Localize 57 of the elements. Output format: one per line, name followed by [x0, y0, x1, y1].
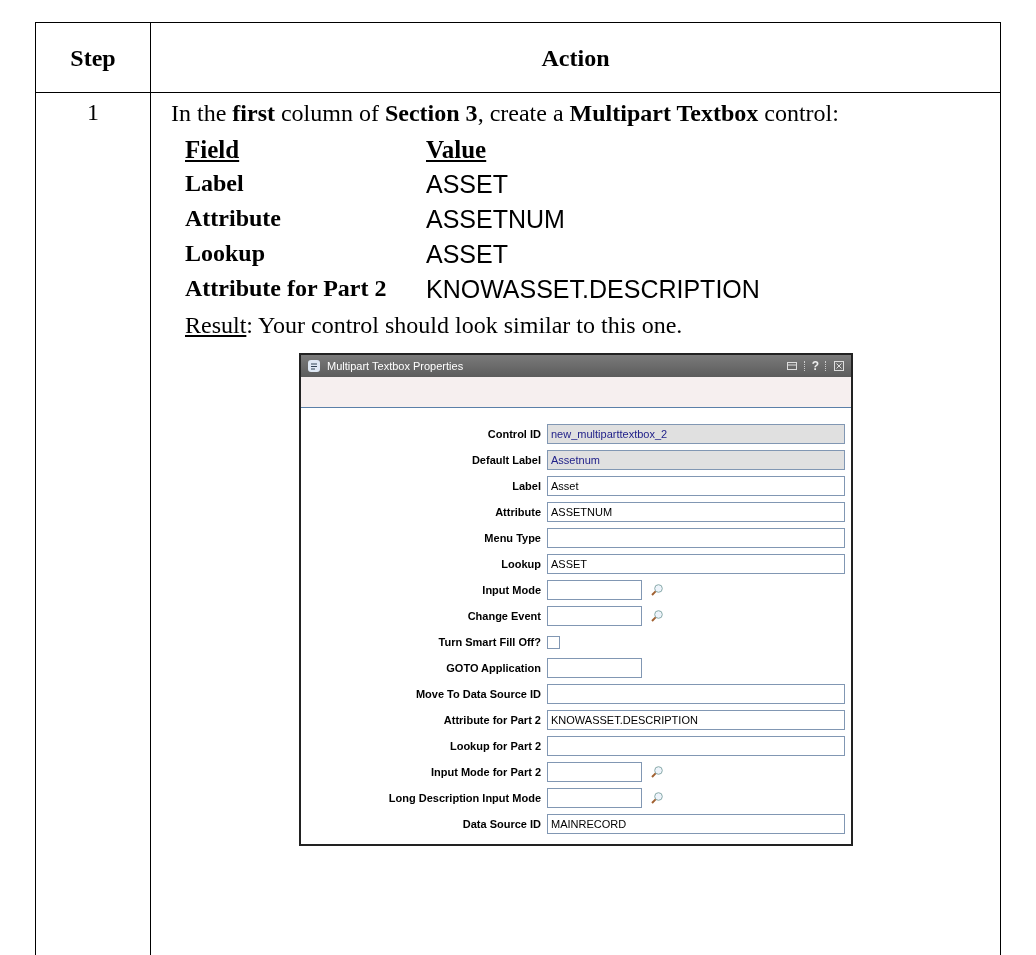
result-text: : Your control should look similar to this one.: [246, 312, 683, 338]
field-name: Lookup: [185, 240, 267, 268]
input-field[interactable]: [547, 736, 845, 756]
input-field[interactable]: [547, 528, 845, 548]
input-field[interactable]: KNOWASSET.DESCRIPTION: [547, 710, 845, 730]
input-field[interactable]: ASSETNUM: [547, 502, 845, 522]
search-icon[interactable]: [650, 609, 664, 623]
form-label: GOTO Application: [445, 661, 541, 676]
search-icon[interactable]: [650, 791, 664, 805]
input-field[interactable]: [547, 762, 642, 782]
form-label: Menu Type: [483, 531, 541, 546]
instruction-text: In the first column of Section 3, create a Multipart Textbox control:: [171, 99, 840, 128]
form-label: Long Description Input Mode: [387, 791, 541, 806]
form-label: Attribute: [494, 505, 541, 520]
input-field[interactable]: MAINRECORD: [547, 814, 845, 834]
search-icon[interactable]: [650, 583, 664, 597]
form-label: Data Source ID: [461, 817, 541, 832]
form-label: Default Label: [470, 453, 541, 468]
settings-header: Value: [426, 136, 488, 164]
field-name: Attribute: [185, 205, 282, 233]
input-field[interactable]: [547, 658, 642, 678]
input-field[interactable]: ASSET: [547, 554, 845, 574]
form-label: Lookup for Part 2: [448, 739, 541, 754]
settings-header: Field: [185, 136, 241, 164]
column-header: Action: [150, 22, 1001, 93]
checkbox[interactable]: [547, 635, 560, 649]
field-value: ASSET: [426, 240, 509, 269]
column-header: Step: [35, 22, 151, 93]
input-field[interactable]: [547, 606, 642, 626]
field-name: Label: [185, 170, 245, 198]
step-number: 1: [87, 99, 99, 125]
input-field[interactable]: new_multiparttextbox_2: [547, 424, 845, 444]
form-label: Input Mode: [481, 583, 541, 598]
input-field[interactable]: Asset: [547, 476, 845, 496]
form-label: Input Mode for Part 2: [430, 765, 541, 780]
form-label: Turn Smart Fill Off?: [437, 635, 541, 650]
input-field[interactable]: [547, 580, 642, 600]
field-value: ASSET: [426, 170, 509, 199]
form-label: Move To Data Source ID: [414, 687, 541, 702]
field-name: Attribute for Part 2: [185, 275, 388, 303]
form-label: Lookup: [500, 557, 541, 572]
form-label: Change Event: [466, 609, 541, 624]
close-icon[interactable]: [833, 360, 845, 372]
minimize-icon[interactable]: [785, 360, 798, 372]
input-field[interactable]: [547, 684, 845, 704]
field-value: KNOWASSET.DESCRIPTION: [426, 275, 761, 304]
input-field[interactable]: Assetnum: [547, 450, 845, 470]
field-value: ASSETNUM: [426, 205, 566, 234]
result-label: Result: [185, 312, 247, 338]
form-label: Label: [511, 479, 541, 494]
search-icon[interactable]: [650, 765, 664, 779]
dialog-icon: [307, 359, 321, 373]
help-button[interactable]: ?: [811, 359, 819, 373]
dialog-title: Multipart Textbox Properties: [327, 360, 464, 372]
form-label: Attribute for Part 2: [442, 713, 541, 728]
form-label: Control ID: [486, 427, 541, 442]
input-field[interactable]: [547, 788, 642, 808]
